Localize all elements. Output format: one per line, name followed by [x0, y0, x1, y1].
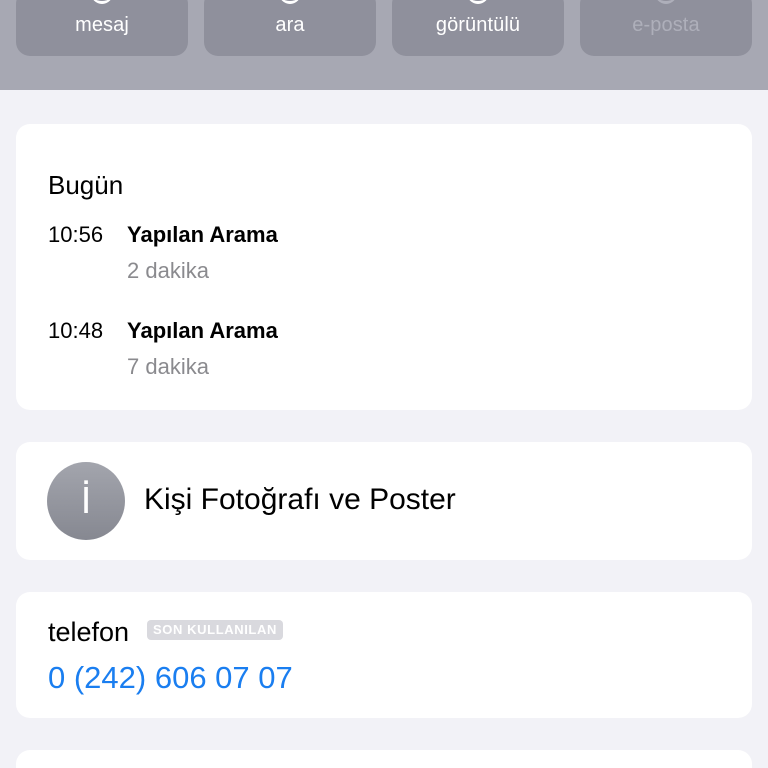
- call-history-row: 10:56 Yapılan Arama 2 dakika: [48, 222, 728, 292]
- call-duration: 7 dakika: [127, 354, 209, 379]
- avatar-initial: İ: [80, 480, 92, 522]
- call-duration: 2 dakika: [127, 258, 209, 283]
- contact-photo-poster-row[interactable]: İ Kişi Fotoğrafı ve Poster: [16, 442, 752, 560]
- video-call-button[interactable]: görüntülü: [392, 0, 564, 56]
- call-history-card: Bugün 10:56 Yapılan Arama 2 dakika 10:48…: [16, 124, 752, 410]
- phone-number-link[interactable]: 0 (242) 606 07 07: [48, 660, 293, 696]
- call-time: 10:56: [48, 222, 104, 247]
- call-type: Yapılan Arama: [127, 318, 278, 343]
- call-history-row: 10:48 Yapılan Arama 7 dakika: [48, 318, 728, 388]
- contact-header: mesaj ara görüntülü e-posta: [0, 0, 768, 90]
- call-history-date-heading: Bugün: [48, 170, 124, 200]
- call-type: Yapılan Arama: [127, 222, 278, 247]
- call-time: 10:48: [48, 318, 104, 343]
- message-button[interactable]: mesaj: [16, 0, 188, 56]
- video-call-button-label: görüntülü: [435, 14, 521, 36]
- message-icon: [91, 0, 113, 4]
- phone-label: telefon: [48, 617, 130, 647]
- phone-number-card: telefon SON KULLANILAN 0 (242) 606 07 07: [16, 592, 752, 718]
- call-button[interactable]: ara: [204, 0, 376, 56]
- email-button: e-posta: [580, 0, 752, 56]
- call-button-label: ara: [275, 14, 305, 36]
- email-button-label: e-posta: [632, 14, 700, 36]
- phone-icon: [279, 0, 301, 4]
- next-section-card: [16, 750, 752, 768]
- envelope-icon: [655, 0, 677, 4]
- video-icon: [467, 0, 489, 4]
- contact-detail-screen: mesaj ara görüntülü e-posta Bugün 10:56 …: [0, 0, 768, 768]
- contact-avatar: İ: [47, 462, 125, 540]
- recently-used-badge: SON KULLANILAN: [147, 620, 283, 640]
- message-button-label: mesaj: [75, 14, 129, 36]
- contact-photo-poster-label: Kişi Fotoğrafı ve Poster: [144, 483, 456, 516]
